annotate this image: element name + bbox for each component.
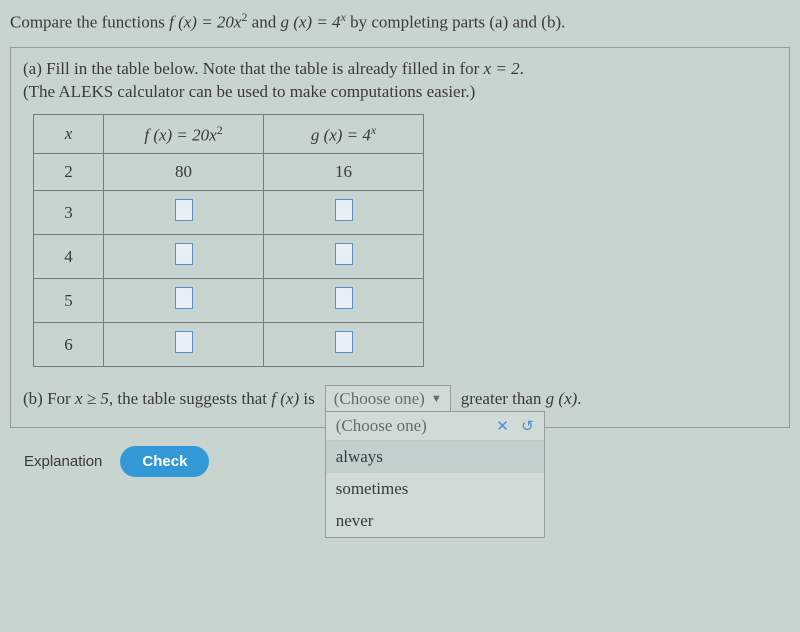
trailing-gx: g (x) [546, 389, 578, 408]
f-exponent: 2 [241, 10, 247, 24]
f-expression: f (x) = 20x [169, 13, 241, 32]
input-f-5[interactable] [175, 287, 193, 309]
input-f-6[interactable] [175, 331, 193, 353]
part-a-line1-suffix: . [520, 59, 524, 78]
g-exponent: x [341, 10, 346, 24]
part-a-line2: (The ALEKS calculator can be used to mak… [23, 82, 475, 101]
part-b-trailing: greater than g (x). [461, 389, 582, 409]
table-header-g: g (x) = 4 [311, 125, 371, 144]
cell-g: 16 [264, 154, 424, 191]
input-g-5[interactable] [335, 287, 353, 309]
check-button[interactable]: Check [120, 446, 209, 477]
dropdown-toggle[interactable]: (Choose one) ▼ [325, 385, 451, 413]
part-b-prefix: (b) For [23, 389, 75, 408]
cell-x: 5 [34, 279, 104, 323]
g-expression: g (x) = 4 [280, 13, 340, 32]
cell-x: 2 [34, 154, 104, 191]
part-a-line1-prefix: (a) Fill in the table below. Note that t… [23, 59, 484, 78]
input-g-6[interactable] [335, 331, 353, 353]
dropdown-selected: (Choose one) [334, 389, 425, 409]
part-b-mid2: is [299, 389, 315, 408]
question-prompt: Compare the functions f (x) = 20x2 and g… [4, 8, 796, 47]
table-header-x: x [65, 124, 73, 143]
table-row: 3 [34, 191, 424, 235]
part-b-fx: f (x) [271, 389, 299, 408]
part-b-text: (b) For x ≥ 5, the table suggests that f… [23, 389, 315, 409]
input-g-3[interactable] [335, 199, 353, 221]
trailing-suf: . [577, 389, 581, 408]
explanation-button[interactable]: Explanation [24, 453, 102, 470]
question-prefix: Compare the functions [10, 13, 169, 32]
table-header-f-sup: 2 [217, 123, 223, 137]
question-suffix: by completing parts (a) and (b). [350, 13, 565, 32]
dropdown-panel: (Choose one) ✕ ↺ always sometimes never [325, 411, 545, 538]
cell-x: 4 [34, 235, 104, 279]
dropdown-option-always[interactable]: always [326, 441, 544, 473]
cell-x: 6 [34, 323, 104, 367]
input-f-3[interactable] [175, 199, 193, 221]
cell-f: 80 [104, 154, 264, 191]
dropdown-option-sometimes[interactable]: sometimes [326, 473, 544, 505]
dropdown-container: (Choose one) ▼ (Choose one) ✕ ↺ always s… [325, 385, 451, 413]
trailing-pre: greater than [461, 389, 546, 408]
part-b-mid1: , the table suggests that [109, 389, 271, 408]
part-a-xeq: x = 2 [484, 59, 520, 78]
problem-container: (a) Fill in the table below. Note that t… [10, 47, 790, 429]
part-b-row: (b) For x ≥ 5, the table suggests that f… [23, 385, 777, 413]
table-header-f: f (x) = 20x [144, 125, 216, 144]
reset-icon[interactable]: ↺ [521, 419, 534, 435]
dropdown-option-never[interactable]: never [326, 505, 544, 537]
input-f-4[interactable] [175, 243, 193, 265]
table-row: 5 [34, 279, 424, 323]
part-b-cond: x ≥ 5 [75, 389, 109, 408]
cell-x: 3 [34, 191, 104, 235]
part-a-instructions: (a) Fill in the table below. Note that t… [23, 58, 777, 104]
input-g-4[interactable] [335, 243, 353, 265]
table-row: 6 [34, 323, 424, 367]
close-icon[interactable]: ✕ [496, 419, 509, 435]
dropdown-header-label: (Choose one) [336, 416, 427, 436]
table-row: 2 80 16 [34, 154, 424, 191]
question-mid: and [252, 13, 281, 32]
dropdown-header: (Choose one) ✕ ↺ [326, 412, 544, 441]
table-row: 4 [34, 235, 424, 279]
function-table: x f (x) = 20x2 g (x) = 4x 2 80 16 3 4 5 … [33, 114, 424, 368]
chevron-down-icon: ▼ [431, 393, 442, 405]
table-header-g-sup: x [371, 123, 376, 137]
